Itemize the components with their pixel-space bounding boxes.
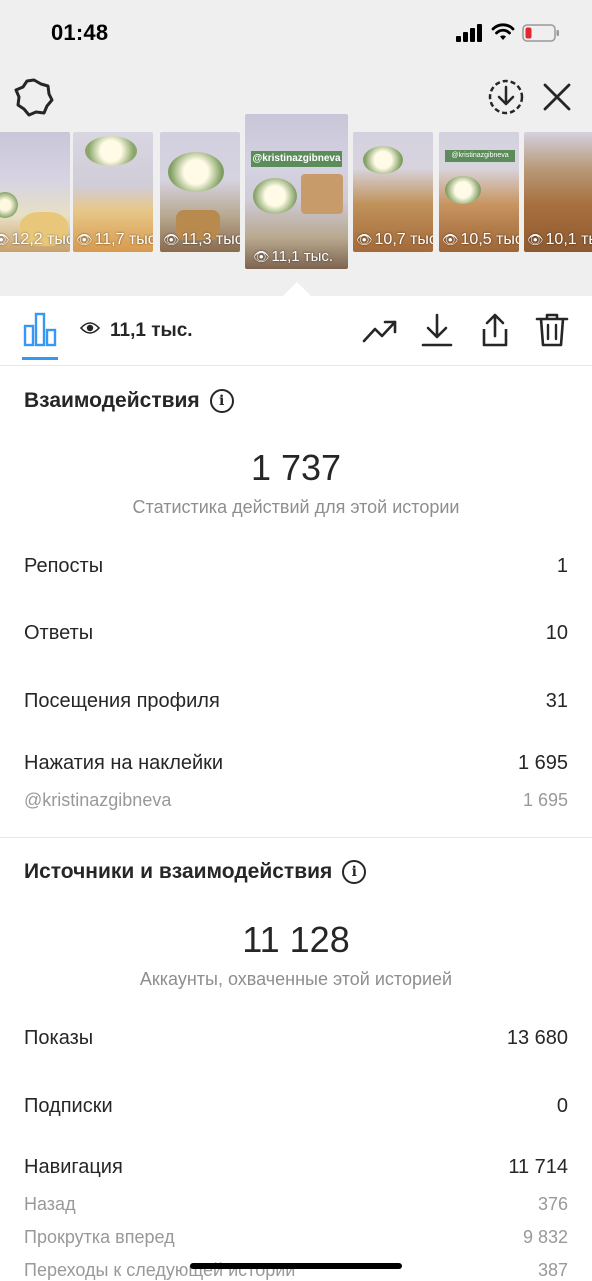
story-thumbnail[interactable]: 👁10,1 тыс. [524,132,592,252]
settings-gear-icon[interactable] [14,77,54,117]
insights-toolbar: 11,1 тыс. [0,297,592,366]
views-count: 11,1 тыс. [110,320,193,341]
thumbnail-views: 👁11,3 тыс. [163,231,240,248]
battery-icon [522,24,559,42]
stat-value: 1 695 [517,752,568,774]
stat-label: Навигация [24,1156,123,1178]
status-time: 01:48 [51,20,109,45]
stat-row-reposts: Репосты 1 [24,555,568,578]
stat-value: 1 695 [522,790,568,810]
stat-label: Прокрутка вперед [24,1227,175,1247]
info-icon[interactable]: i [342,860,367,884]
story-thumbnail-active[interactable]: @kristinazgibneva 👁 11,1 тыс. [245,114,348,269]
discovery-subtitle: Аккаунты, охваченные этой историей [139,969,453,989]
home-indicator[interactable] [190,1263,402,1269]
stat-label: Назад [24,1194,76,1214]
story-thumbnail[interactable]: 👁11,7 тыс. [73,132,153,252]
active-story-pointer [282,282,312,297]
stat-value: 1 [556,555,568,577]
thumbnail-views: 👁10,5 тыс. [442,231,519,248]
story-thumbnail[interactable]: @kristinazgibneva 👁10,5 тыс. [439,132,519,252]
stat-row-impressions: Показы 13 680 [24,1027,568,1050]
download-circle-icon[interactable] [486,77,526,117]
stat-subrow-forward: Прокрутка вперед 9 832 [24,1227,568,1248]
thumbnail-mention-sticker: @kristinazgibneva [251,151,342,167]
stat-value: 387 [537,1260,568,1280]
stat-value: 11 714 [508,1156,568,1178]
stat-label: Репосты [24,555,104,577]
thumbnail-mention-sticker: @kristinazgibneva [445,150,515,162]
info-icon[interactable]: i [209,389,234,413]
stat-subrow-back: Назад 376 [24,1194,568,1215]
section-divider [0,837,592,838]
interactions-title: Взаимодействия i [24,389,234,413]
stat-value: 376 [537,1194,568,1214]
stat-value: 31 [545,690,568,712]
stat-label: Нажатия на наклейки [24,752,224,774]
interactions-total: 1 737 [250,447,342,488]
thumbnail-views: 👁10,7 тыс. [356,231,433,248]
trash-icon[interactable] [533,311,571,349]
stat-value: 13 680 [506,1027,568,1049]
stat-subrow-mention: @kristinazgibneva 1 695 [24,790,568,811]
stat-label: @kristinazgibneva [24,790,172,810]
thumbnail-views: 👁10,1 тыс. [527,231,592,248]
stat-value: 10 [545,622,568,644]
bar-chart-icon[interactable] [22,311,58,347]
thumbnail-views: 👁 11,1 тыс. [253,248,334,265]
story-thumbnail[interactable]: 👁10,7 тыс. [353,132,433,252]
discovery-total: 11 128 [242,919,350,960]
stat-label: Ответы [24,622,94,644]
stat-row-profile-visits: Посещения профиля 31 [24,690,568,713]
stat-row-follows: Подписки 0 [24,1095,568,1118]
stat-label: Подписки [24,1095,113,1117]
share-icon[interactable] [476,311,514,349]
story-thumbnail[interactable]: 👁12,2 тыс. [0,132,70,252]
stat-label: Посещения профиля [24,690,220,712]
status-bar: 01:48 [0,0,592,62]
stat-value: 9 832 [522,1227,568,1247]
eye-icon [80,322,100,334]
active-tab-indicator [22,357,58,360]
cellular-signal-icon [456,24,482,42]
stat-value: 0 [556,1095,568,1117]
download-icon[interactable] [418,311,456,349]
stat-row-replies: Ответы 10 [24,622,568,645]
stat-label: Показы [24,1027,94,1049]
close-icon[interactable] [537,77,577,117]
trending-up-icon[interactable] [361,311,399,349]
thumbnail-views: 👁12,2 тыс. [0,231,70,248]
stat-row-navigation: Навигация 11 714 [24,1156,568,1179]
story-thumbnail[interactable]: 👁11,3 тыс. [160,132,240,252]
thumbnail-views: 👁11,7 тыс. [76,231,153,248]
discovery-title: Источники и взаимодействия i [24,860,367,884]
wifi-icon [491,23,515,40]
stat-row-sticker-taps: Нажатия на наклейки 1 695 [24,752,568,775]
interactions-subtitle: Статистика действий для этой истории [132,497,460,517]
